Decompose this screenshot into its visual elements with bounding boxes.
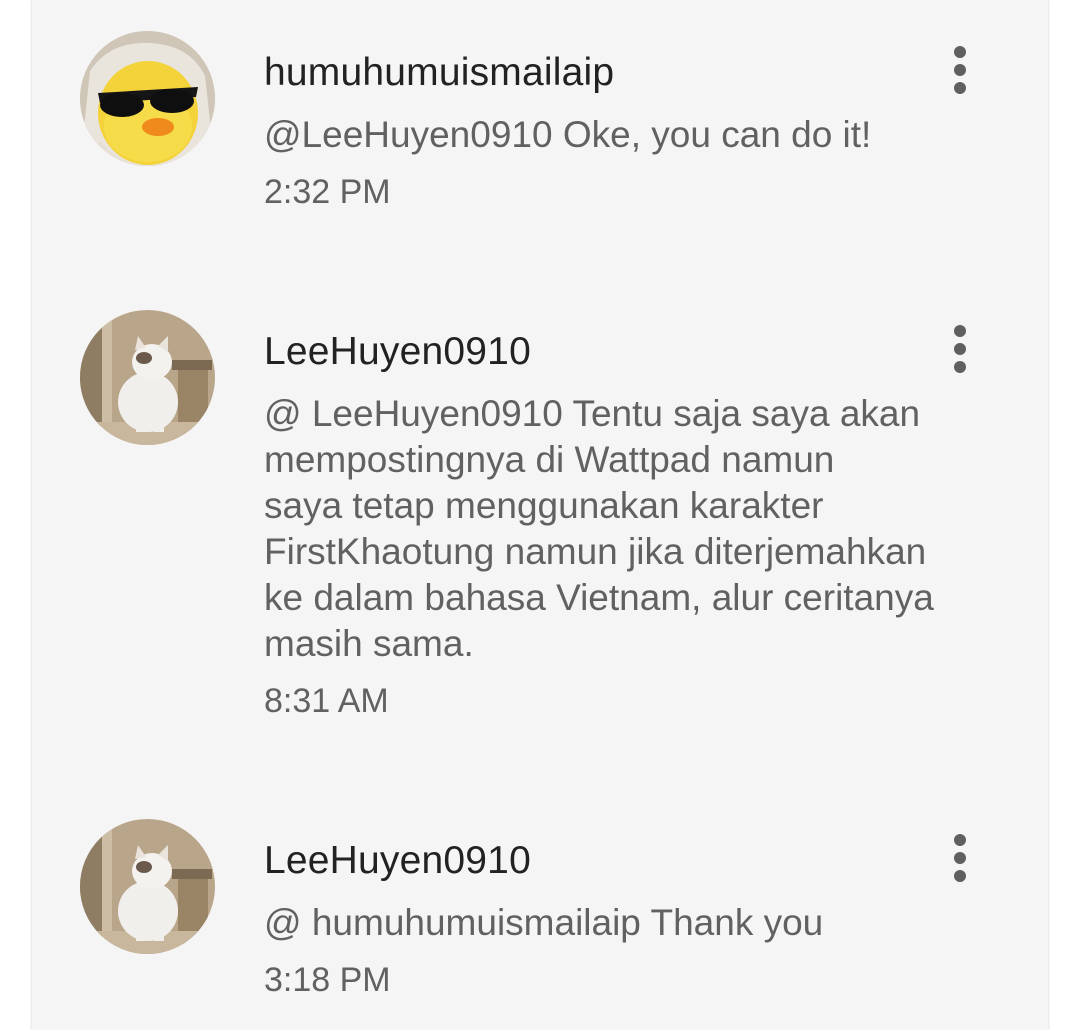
comment-timestamp: 3:18 PM [264,961,391,999]
kitten-avatar-icon [80,310,215,445]
comment-username[interactable]: LeeHuyen0910 [264,329,531,375]
more-options-icon[interactable] [938,42,982,98]
comment-text: @LeeHuyen0910 Oke, you can do it! [264,114,872,155]
comment-text: @ humuhumuismailaip Thank you [264,902,824,943]
comment-timestamp: 8:31 AM [264,682,389,720]
more-options-icon[interactable] [938,321,982,377]
avatar[interactable] [80,310,215,445]
comments-card: humuhumuismailaip @LeeHuyen0910 Oke, you… [32,0,1048,1030]
avatar[interactable] [80,31,215,166]
comment-timestamp: 2:32 PM [264,173,391,211]
comment-username[interactable]: humuhumuismailaip [264,50,614,96]
kitten-avatar-icon [80,819,215,954]
duck-avatar-icon [80,31,215,166]
comment-username[interactable]: LeeHuyen0910 [264,838,531,884]
avatar[interactable] [80,819,215,954]
comment-text: @ LeeHuyen0910 Tentu saja saya akan memp… [264,393,934,664]
more-options-icon[interactable] [938,830,982,886]
